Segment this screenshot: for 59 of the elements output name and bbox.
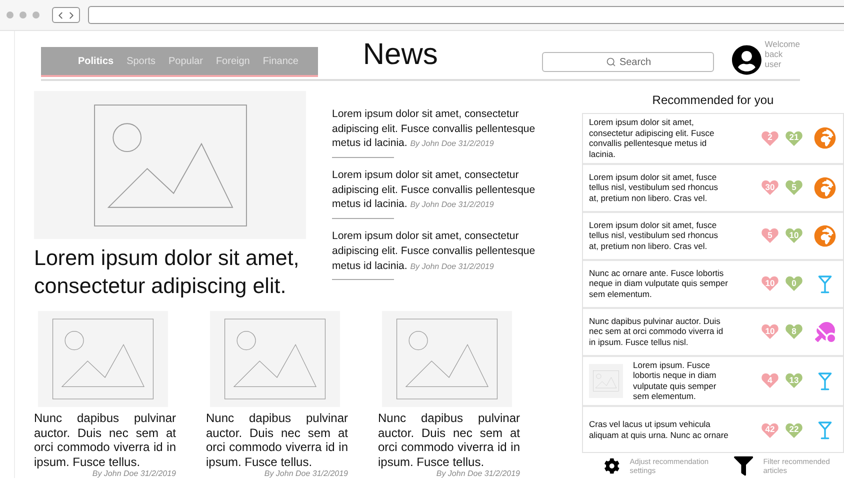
recommended-title: Recommended for you bbox=[651, 93, 775, 107]
site-title: News bbox=[362, 38, 439, 72]
image-placeholder-icon bbox=[222, 318, 328, 400]
byline: By John Doe 31/2/2019 bbox=[91, 469, 176, 478]
vote-count: 13 bbox=[789, 374, 799, 385]
vote-count: 2 bbox=[768, 132, 772, 142]
vote-count: 8 bbox=[792, 326, 796, 336]
vote-count: 10 bbox=[765, 278, 775, 288]
recommended-text: Cras vel lacus ut ipsum vehicula aliquam at quis urna. Nunc ac ornare bbox=[589, 419, 729, 441]
table-tennis-icon bbox=[815, 322, 835, 342]
recommended-item[interactable]: Lorem ipsum dolor sit amet, fusce tellus nisl, vestibulum sed rhoncus at, pretium non libero. Cras vel. 5 10 bbox=[583, 212, 843, 260]
headline-story[interactable]: Lorem ipsum dolor sit amet, consectetur adipiscing elit. Fusce convallis pellentesque metus id lacinia. By John Doe 31/2/2019 bbox=[332, 107, 558, 158]
byline: By John Doe 31/2/2019 bbox=[263, 469, 348, 478]
card-text[interactable]: Nunc dapibus pulvinar auctor. Duis nec sem at orci commodo viverra id in ipsum. Fusce tellus. bbox=[378, 410, 520, 470]
search-icon bbox=[606, 57, 616, 67]
vote-count: 5 bbox=[792, 182, 796, 192]
welcome-text: Welcome back user bbox=[764, 40, 800, 70]
recommended-text: Nunc dapibus pulvinar auctor. Duis nec sem at orci commodo viverra id in ipsum. Fusce tellus nisl. bbox=[589, 316, 724, 348]
globe-icon bbox=[814, 127, 836, 150]
vote-count: 30 bbox=[765, 182, 775, 192]
recommended-item[interactable]: Lorem ipsum dolor sit amet, consectetur adipiscing elit. Fusce convallis pellentesque metus id lacinia. 2 21 bbox=[583, 114, 843, 164]
byline: By John Doe 31/2/2019 bbox=[435, 469, 520, 478]
recommended-item[interactable]: Lorem ipsum. Fusce lobortis neque in diam vulputate quis semper sem elementum. 4 13 bbox=[583, 356, 843, 407]
hero-headline[interactable]: Lorem ipsum dolor sit amet, consectetur adipiscing elit. bbox=[34, 245, 334, 301]
recommended-text: Lorem ipsum dolor sit amet, fusce tellus nisl, vestibulum sed rhoncus at, pretium non libero. Cras vel. bbox=[589, 220, 719, 252]
recommended-text: Nunc ac ornare ante. Fusce lobortis neque in diam vulputate quis semper sem elementum. bbox=[589, 268, 729, 300]
image-placeholder-icon bbox=[92, 102, 248, 228]
address-bar[interactable] bbox=[88, 6, 844, 24]
vote-count: 4 bbox=[768, 374, 772, 385]
byline: By John Doe 31/2/2019 bbox=[410, 139, 494, 148]
vote-count: 10 bbox=[765, 326, 775, 336]
globe-icon bbox=[814, 176, 836, 198]
vote-count: 42 bbox=[765, 424, 775, 434]
image-placeholder-icon bbox=[50, 318, 156, 400]
recommended-item[interactable]: Lorem ipsum dolor sit amet, fusce tellus nisl, vestibulum sed rhoncus at, pretium non libero. Cras vel. 30 5 bbox=[583, 164, 843, 212]
byline: By John Doe 31/2/2019 bbox=[410, 262, 494, 270]
image-placeholder-icon bbox=[593, 370, 619, 392]
settings-icon[interactable] bbox=[604, 456, 620, 476]
globe-icon bbox=[814, 224, 836, 246]
card-text[interactable]: Nunc dapibus pulvinar auctor. Duis nec sem at orci commodo viverra id in ipsum. Fusce tellus. bbox=[206, 410, 348, 470]
filter-icon[interactable] bbox=[734, 455, 754, 477]
recommended-text: Lorem ipsum dolor sit amet, consectetur adipiscing elit. Fusce convallis pellentesque metus id lacinia. bbox=[589, 117, 716, 160]
headline-story[interactable]: Lorem ipsum dolor sit amet, consectetur adipiscing elit. Fusce convallis pellentesque metus id lacinia. By John Doe 31/2/2019 bbox=[332, 168, 558, 220]
recommended-item[interactable]: Nunc ac ornare ante. Fusce lobortis neque in diam vulputate quis semper sem elementum. 10 0 bbox=[583, 260, 843, 308]
search-field[interactable]: Search bbox=[542, 52, 714, 72]
card-text[interactable]: Nunc dapibus pulvinar auctor. Duis nec sem at orci commodo viverra id in ipsum. Fusce tellus. bbox=[34, 410, 176, 470]
recommended-item[interactable]: Cras vel lacus ut ipsum vehicula aliquam at quis urna. Nunc ac ornare 42 22 bbox=[583, 407, 843, 452]
vote-count: 10 bbox=[789, 230, 799, 240]
vote-count: 21 bbox=[789, 132, 799, 142]
recommended-item[interactable]: Nunc dapibus pulvinar auctor. Duis nec sem at orci commodo viverra id in ipsum. Fusce tellus nisl. 10 8 bbox=[583, 308, 843, 356]
recommended-text: Lorem ipsum. Fusce lobortis neque in diam vulputate quis semper sem elementum. bbox=[633, 360, 718, 402]
byline: By John Doe 31/2/2019 bbox=[410, 200, 494, 210]
vote-count: 5 bbox=[768, 230, 772, 240]
image-placeholder-icon bbox=[394, 318, 500, 400]
headline-story[interactable]: Lorem ipsum dolor sit amet, consectetur adipiscing elit. Fusce convallis pellentesque metus id lacinia. By John Doe 31/2/2019 bbox=[332, 229, 558, 280]
vote-count: 22 bbox=[789, 424, 799, 434]
vote-count: 0 bbox=[792, 278, 796, 288]
back-forward-control[interactable] bbox=[52, 7, 80, 23]
recommended-text: Lorem ipsum dolor sit amet, fusce tellus nisl, vestibulum sed rhoncus at, pretium non libero. Cras vel. bbox=[589, 172, 719, 204]
